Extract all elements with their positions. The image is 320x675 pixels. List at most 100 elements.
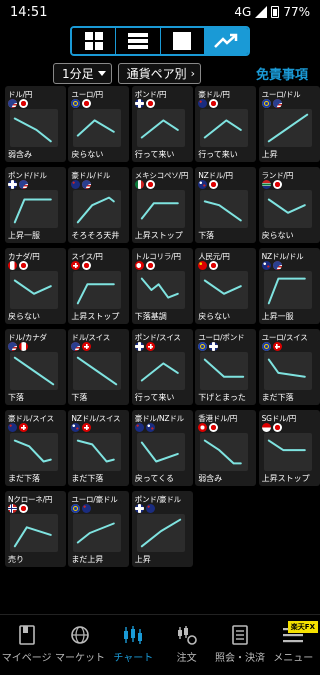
timeframe-value: 1分足 <box>62 67 94 81</box>
pair-card[interactable]: ドル/カナダ 下落 <box>5 329 66 405</box>
grid-view-button[interactable] <box>72 28 117 54</box>
caret-down-icon <box>97 71 106 76</box>
trend-chart <box>200 190 249 228</box>
pair-card[interactable]: ユーロ/ポンド 下げとまった <box>195 329 257 405</box>
trend-status: まだ下落 <box>261 393 294 402</box>
nav-label: 照会・決済 <box>214 653 265 664</box>
nav-label: 注文 <box>176 653 197 664</box>
pair-card[interactable]: ユーロ/円 戻らない <box>68 86 130 162</box>
pair-card[interactable]: スイス/円 上昇ストップ <box>68 248 130 324</box>
nav-market[interactable]: マーケット <box>53 615 106 675</box>
trend-status: 下げとまった <box>198 393 246 402</box>
trend-status: 行って来い <box>134 150 175 159</box>
hk-flag-icon <box>198 423 208 432</box>
jp-flag-icon <box>209 423 219 432</box>
pair-card[interactable]: ポンド/ドル 上昇一服 <box>5 167 66 243</box>
battery-level: 77% <box>283 5 310 19</box>
jp-flag-icon <box>82 99 92 108</box>
trend-status: 下落 <box>71 393 88 402</box>
pair-card[interactable]: 豪ドル/スイス まだ下落 <box>5 410 66 486</box>
pair-flags <box>8 342 28 351</box>
pair-card[interactable]: SGドル/円 上昇ストップ <box>258 410 320 486</box>
sort-button[interactable]: 通貨ペア別 › <box>117 63 202 84</box>
pair-card[interactable]: NZドル/スイス まだ下落 <box>68 410 130 486</box>
trend-view-button[interactable] <box>204 28 248 54</box>
trend-status: 上昇 <box>134 555 151 564</box>
pair-card[interactable]: 人民元/円 戻らない <box>195 248 257 324</box>
trend-line <box>203 279 242 295</box>
network-indicator: 4G <box>234 5 252 19</box>
trend-chart <box>136 190 185 228</box>
pair-flags <box>134 99 155 108</box>
us-flag-icon <box>272 261 282 270</box>
pair-flags <box>198 99 219 108</box>
pair-flags <box>198 180 219 189</box>
nav-mypage[interactable]: マイページ <box>0 615 53 675</box>
signal-icon <box>255 6 268 18</box>
nav-inquiry[interactable]: 照会・決済 <box>213 615 266 675</box>
au-flag-icon <box>71 180 81 189</box>
pair-card[interactable]: カナダ/円 戻らない <box>5 248 66 324</box>
pair-card[interactable]: ポンド/円 行って来い <box>131 86 193 162</box>
timeframe-dropdown[interactable]: 1分足 <box>53 63 112 84</box>
pair-card[interactable]: NZドル/ドル 上昇一服 <box>258 248 320 324</box>
single-view-button[interactable] <box>160 28 205 54</box>
trend-line <box>267 439 306 452</box>
battery-icon <box>271 6 280 18</box>
trend-status: 上昇ストップ <box>71 312 120 321</box>
pair-card[interactable]: ポンド/豪ドル 上昇 <box>131 491 193 567</box>
gb-flag-icon <box>134 504 144 513</box>
trend-line <box>140 202 179 220</box>
pair-flags <box>134 180 155 189</box>
pair-card[interactable]: ランド/円 戻らない <box>258 167 320 243</box>
trend-chart <box>10 514 58 552</box>
ch-flag-icon <box>19 423 28 432</box>
list-view-button[interactable] <box>116 28 161 54</box>
pair-card[interactable]: 香港ドル/円 弱含み <box>195 410 257 486</box>
ch-flag-icon <box>82 342 92 351</box>
square-icon <box>173 32 192 50</box>
nav-label: マイページ <box>1 653 52 664</box>
pair-card[interactable]: 豪ドル/ドル そろそろ天井 <box>68 167 130 243</box>
gb-flag-icon <box>134 99 144 108</box>
pair-card[interactable]: ポンド/スイス 行って来い <box>131 329 193 405</box>
disclaimer-link[interactable]: 免責事項 <box>256 64 308 83</box>
nav-order[interactable]: 注文 <box>160 615 213 675</box>
pair-card[interactable]: 豪ドル/円 行って来い <box>195 86 257 162</box>
pair-card[interactable]: Nクローネ/円 売り <box>5 491 66 567</box>
trend-line <box>13 117 52 143</box>
pair-card[interactable]: NZドル/円 下落 <box>195 167 257 243</box>
pair-card[interactable]: 豪ドル/NZドル 戻ってくる <box>131 410 193 486</box>
pair-flags <box>71 423 92 432</box>
trend-up-icon <box>214 33 238 48</box>
trend-line <box>203 358 245 378</box>
trend-status: 戻らない <box>261 231 294 240</box>
pair-card[interactable]: ドル/スイス 下落 <box>68 329 130 405</box>
trend-status: 戻らない <box>198 312 231 321</box>
nav-chart[interactable]: チャート <box>107 615 160 675</box>
pair-card[interactable]: ユーロ/スイス まだ下落 <box>258 329 320 405</box>
pair-card[interactable]: ドル/円 弱含み <box>5 86 66 162</box>
chevron-right-icon: › <box>190 67 196 80</box>
trend-line <box>77 439 116 463</box>
jp-flag-icon <box>145 99 155 108</box>
trend-chart <box>10 271 58 309</box>
trend-chart <box>136 514 185 552</box>
pair-card[interactable]: トルコリラ/円 下落基調 <box>131 248 193 324</box>
mx-flag-icon <box>134 180 144 189</box>
pair-card[interactable]: メキシコペソ/円 上昇ストップ <box>131 167 193 243</box>
nav-menu[interactable]: メニュー 楽天FX <box>267 615 320 675</box>
ca-flag-icon <box>8 261 17 270</box>
trend-line <box>267 198 306 214</box>
pair-card[interactable]: ユーロ/豪ドル まだ上昇 <box>68 491 130 567</box>
pair-flags <box>134 342 155 351</box>
ch-flag-icon <box>145 342 155 351</box>
trend-line <box>13 198 52 224</box>
pair-flags <box>261 423 282 432</box>
us-flag-icon <box>82 180 92 189</box>
trend-line <box>203 200 242 222</box>
pair-card[interactable]: ユーロ/ドル 上昇 <box>258 86 320 162</box>
cn-flag-icon <box>198 261 208 270</box>
trend-status: 下落 <box>8 393 24 402</box>
sort-value: 通貨ペア別 <box>126 67 187 81</box>
